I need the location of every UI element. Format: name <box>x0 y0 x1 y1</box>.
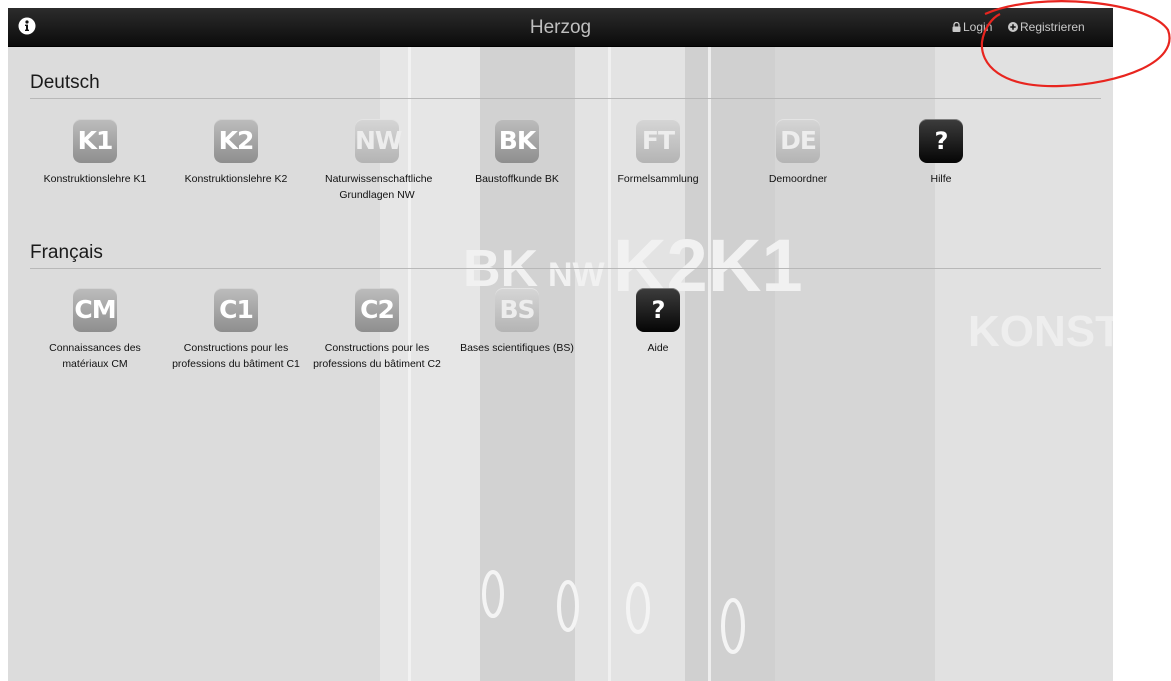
top-navbar: Herzog Login Registrieren <box>8 8 1113 47</box>
app-title: Herzog <box>529 17 592 38</box>
cm-folder-icon: CM <box>73 288 117 332</box>
tile-constructions-c1[interactable]: C1 Constructions pour les professions du… <box>166 288 306 372</box>
tile-naturwissenschaftliche-grundlagen-nw[interactable]: NW Naturwissenschaftliche Grundlagen NW <box>307 119 447 203</box>
bs-folder-icon: BS <box>495 288 539 332</box>
k1-folder-icon: K1 <box>73 119 117 163</box>
app-window: BK NW K2 K1 KONST Herzog Login Registrie… <box>8 8 1113 681</box>
section-divider <box>30 268 1101 269</box>
login-label: Login <box>963 20 993 34</box>
de-folder-icon: DE <box>776 119 820 163</box>
login-link[interactable]: Login <box>952 20 992 34</box>
help-icon: ? <box>919 119 963 163</box>
tile-baustoffkunde-bk[interactable]: BK Baustoffkunde BK <box>447 119 587 187</box>
tile-hilfe[interactable]: ? Hilfe <box>871 119 1011 187</box>
help-icon: ? <box>636 288 680 332</box>
section-title-francais: Français <box>30 242 103 263</box>
tile-connaissances-des-materiaux-cm[interactable]: CM Connaissances des matériaux CM <box>25 288 165 372</box>
tile-label: Hilfe <box>930 173 952 185</box>
plus-circle-icon <box>1008 22 1018 32</box>
tile-label: Naturwissenschaftliche Grundlagen NW <box>325 173 433 201</box>
register-link[interactable]: Registrieren <box>1008 20 1085 34</box>
section-title-deutsch: Deutsch <box>30 72 100 93</box>
c2-folder-icon: C2 <box>355 288 399 332</box>
tile-label: Demoordner <box>768 173 828 185</box>
tile-constructions-c2[interactable]: C2 Constructions pour les professions du… <box>307 288 447 372</box>
ft-folder-icon: FT <box>636 119 680 163</box>
register-label: Registrieren <box>1020 20 1085 34</box>
tile-label: Formelsammlung <box>617 173 699 185</box>
tile-bases-scientifiques-bs[interactable]: BS Bases scientifiques (BS) <box>447 288 587 356</box>
lock-icon <box>952 22 961 32</box>
tile-label: Baustoffkunde BK <box>475 173 559 185</box>
nw-folder-icon: NW <box>355 119 403 163</box>
tile-konstruktionslehre-k1[interactable]: K1 Konstruktionslehre K1 <box>25 119 165 187</box>
tile-label: Bases scientifiques (BS) <box>460 342 574 354</box>
tile-label: Aide <box>647 342 669 354</box>
tile-label: Constructions pour les professions du bâ… <box>172 342 300 370</box>
tile-demoordner[interactable]: DE Demoordner <box>728 119 868 187</box>
tile-label: Konstruktionslehre K2 <box>184 173 288 185</box>
c1-folder-icon: C1 <box>214 288 258 332</box>
tile-aide[interactable]: ? Aide <box>588 288 728 356</box>
section-divider <box>30 98 1101 99</box>
tile-label: Konstruktionslehre K1 <box>43 173 147 185</box>
binder-label: KONST <box>968 307 1113 356</box>
bk-folder-icon: BK <box>495 119 539 163</box>
tile-label: Constructions pour les professions du bâ… <box>313 342 441 370</box>
tile-konstruktionslehre-k2[interactable]: K2 Konstruktionslehre K2 <box>166 119 306 187</box>
k2-folder-icon: K2 <box>214 119 258 163</box>
tile-formelsammlung[interactable]: FT Formelsammlung <box>588 119 728 187</box>
tile-label: Connaissances des matériaux CM <box>49 342 141 370</box>
